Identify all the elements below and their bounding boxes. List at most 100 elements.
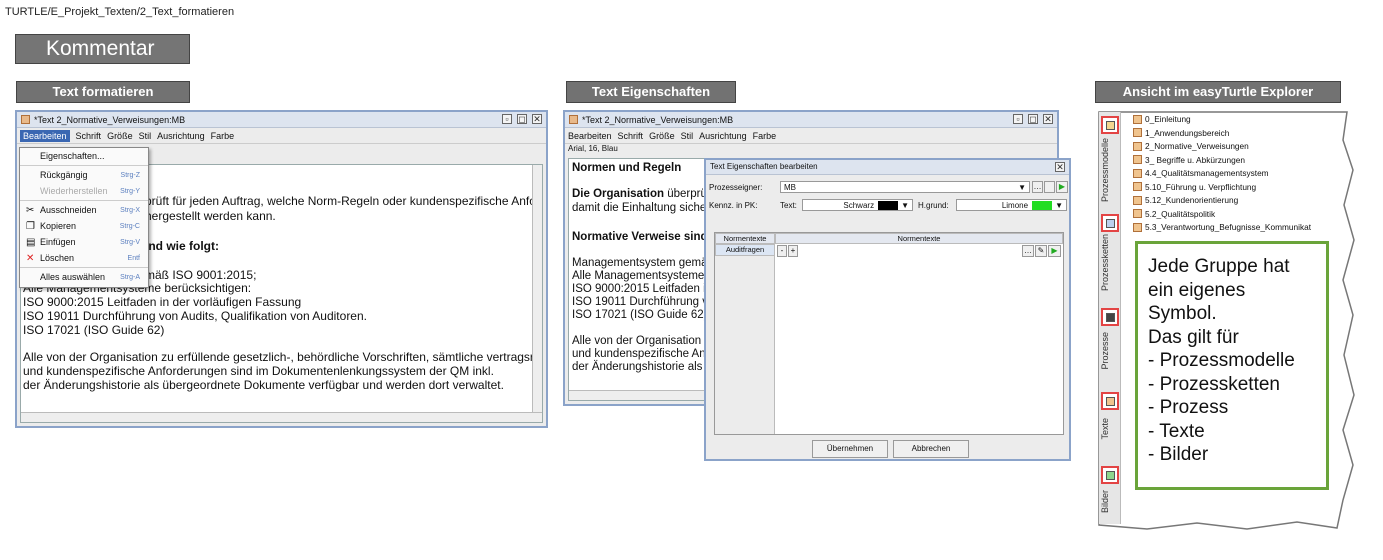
menu-item-label: Einfügen (40, 237, 76, 247)
menu-item-rueckgaengig[interactable]: Rückgängig Strg-Z (20, 167, 148, 183)
tab-label: Prozesse (1100, 332, 1110, 370)
black-swatch (878, 200, 899, 210)
lime-swatch (1032, 200, 1053, 210)
menu-item-label: Löschen (40, 253, 75, 263)
section-explorer-view: Ansicht im easyTurtle Explorer (1095, 81, 1341, 103)
add-row-button[interactable]: + (788, 245, 798, 257)
close-icon[interactable]: ✕ (532, 114, 542, 124)
menu-bearbeiten[interactable]: Bearbeiten (568, 131, 612, 141)
list-item[interactable]: 5.2_Qualitätspolitik (1133, 209, 1215, 219)
vertical-scrollbar[interactable] (532, 165, 542, 422)
play-icon[interactable]: ▶ (1056, 181, 1068, 193)
bg-color-value: Limone (1001, 200, 1029, 210)
menu-ausrichtung[interactable]: Ausrichtung (157, 131, 205, 141)
section-text-formatieren: Text formatieren (16, 81, 190, 103)
list-item[interactable]: 5.10_Führung u. Verpflichtung (1133, 182, 1256, 192)
table-row-label[interactable]: Auditfragen (715, 244, 775, 256)
minimize-icon[interactable]: ▫ (1013, 114, 1023, 124)
text-properties-dialog: Text Eigenschaften bearbeiten ✕ Prozesse… (704, 158, 1071, 461)
list-item[interactable]: 3_ Begriffe u. Abkürzungen (1133, 155, 1245, 165)
text-icon (1133, 155, 1142, 164)
text-icon (1133, 114, 1142, 124)
text-line: damit die Einhaltung sicher (572, 202, 711, 214)
note-line: Jede Gruppe hat (1148, 256, 1290, 277)
menu-item-label: Kopieren (40, 221, 77, 231)
menu-item-wiederherstellen[interactable]: Wiederherstellen Strg-Y (20, 183, 148, 199)
menu-ausrichtung[interactable]: Ausrichtung (699, 131, 747, 141)
scissors-icon: ✂ (26, 204, 35, 216)
tab-prozessmodelle[interactable]: Prozessmodelle (1100, 138, 1118, 208)
menu-groesse[interactable]: Größe (649, 131, 675, 141)
process-icon[interactable] (1101, 308, 1119, 326)
menu-item-ausschneiden[interactable]: ✂ Ausschneiden Strg-X (20, 202, 148, 218)
browse-button[interactable]: … (1022, 245, 1034, 257)
tab-prozessketten[interactable]: Prozessketten (1100, 234, 1118, 302)
text-icon (1133, 168, 1142, 178)
menu-schrift[interactable]: Schrift (76, 131, 102, 141)
menu-item-eigenschaften[interactable]: Eigenschaften... (20, 148, 148, 164)
list-item[interactable]: 5.12_Kundenorientierung (1133, 195, 1238, 205)
remove-row-button[interactable]: - (777, 245, 787, 257)
section-text-eigenschaften: Text Eigenschaften (566, 81, 736, 103)
text-heading: Normen und Regeln (572, 162, 682, 174)
list-item-label: 5.12_Kundenorientierung (1145, 195, 1239, 205)
text-icon (1133, 209, 1142, 218)
menu-stil[interactable]: Stil (139, 131, 152, 141)
list-item[interactable]: 0_Einleitung (1133, 114, 1191, 124)
list-item[interactable]: 1_Anwendungsbereich (1133, 128, 1229, 138)
menu-item-alles-auswaehlen[interactable]: Alles auswählen Strg-A (20, 269, 148, 285)
play-icon[interactable]: ▶ (1048, 245, 1061, 257)
menu-item-kopieren[interactable]: ❐ Kopieren Strg-C (20, 218, 148, 234)
owner-value: MB (784, 182, 796, 192)
apply-button[interactable]: Übernehmen (812, 440, 888, 458)
clear-button[interactable] (1044, 181, 1055, 193)
browse-button[interactable]: … (1032, 181, 1043, 193)
tab-label: Prozessketten (1100, 234, 1110, 292)
owner-select[interactable]: MB ▼ (780, 181, 1030, 193)
menu-item-einfuegen[interactable]: ▤ Einfügen Strg-V (20, 234, 148, 250)
menu-stil[interactable]: Stil (681, 131, 694, 141)
text-color-select[interactable]: Schwarz ▼ (802, 199, 913, 211)
kommentar-label: Kommentar (15, 34, 190, 64)
text-icon (1133, 222, 1142, 232)
dialog-title: Text Eigenschaften bearbeiten (710, 162, 818, 171)
font-status: Arial, 16, Blau (568, 144, 618, 153)
cancel-button[interactable]: Abbrechen (893, 440, 969, 458)
text-icon[interactable] (1101, 392, 1119, 410)
list-item[interactable]: 5.3_Verantwortung_Befugnisse_Kommunikat (1133, 222, 1343, 232)
menu-farbe[interactable]: Farbe (753, 131, 777, 141)
text-color-value: Schwarz (843, 200, 875, 210)
menu-bearbeiten[interactable]: Bearbeiten (20, 129, 70, 142)
text-line: prüft für jeden Auftrag, welche Norm-Reg… (145, 194, 536, 208)
list-item[interactable]: 4.4_Qualitätsmanagementsystem (1133, 168, 1269, 178)
close-icon[interactable]: ✕ (1055, 162, 1065, 172)
tab-texte[interactable]: Texte (1100, 418, 1118, 448)
maximize-icon[interactable]: ◻ (517, 114, 527, 124)
horizontal-scrollbar[interactable] (21, 412, 542, 422)
list-item[interactable]: 2_Normative_Verweisungen (1133, 141, 1249, 151)
menu-farbe[interactable]: Farbe (211, 131, 235, 141)
text-line: der Änderungshistorie als ü (572, 361, 712, 373)
tab-bilder[interactable]: Bilder (1100, 490, 1118, 520)
text-line: und kundenspezifische Anforderungen sind… (23, 364, 494, 378)
bg-color-select[interactable]: Limone ▼ (956, 199, 1067, 211)
menu-groesse[interactable]: Größe (107, 131, 133, 141)
image-icon[interactable] (1101, 466, 1119, 484)
maximize-icon[interactable]: ◻ (1028, 114, 1038, 124)
process-chain-icon[interactable] (1101, 214, 1119, 232)
minimize-icon[interactable]: ▫ (502, 114, 512, 124)
menu-item-label: Wiederherstellen (40, 186, 108, 196)
menu-schrift[interactable]: Schrift (618, 131, 644, 141)
shortcut-label: Strg-Z (120, 171, 140, 179)
process-model-icon[interactable] (1101, 116, 1119, 134)
tab-label: Prozessmodelle (1100, 138, 1110, 203)
edit-icon[interactable]: ✎ (1035, 245, 1047, 257)
menu-item-loeschen[interactable]: ✕ Löschen Entf (20, 250, 148, 266)
close-icon[interactable]: ✕ (1043, 114, 1053, 124)
tab-prozesse[interactable]: Prozesse (1100, 332, 1118, 392)
text-icon (1133, 182, 1142, 191)
breadcrumb: TURTLE/E_Projekt_Texten/2_Text_formatier… (5, 6, 235, 18)
owner-label: Prozesseigner: (709, 183, 763, 192)
window-titlebar: *Text 2_Normative_Verweisungen:MB ▫ ◻ ✕ (565, 112, 1057, 128)
text-line: ISO 17021 (ISO Guide 62) (572, 309, 708, 321)
